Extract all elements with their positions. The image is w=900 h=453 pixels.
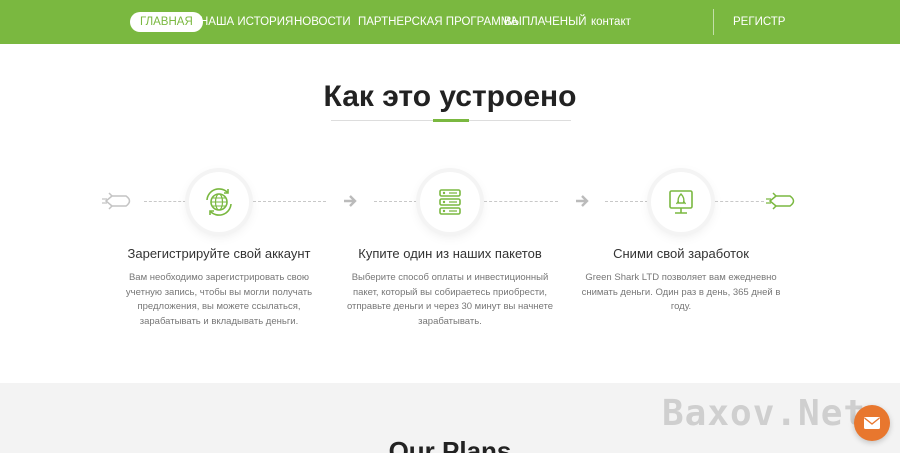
step-icon-circle	[420, 172, 480, 232]
top-navbar: ГЛАВНАЯ НАША ИСТОРИЯ НОВОСТИ ПАРТНЕРСКАЯ…	[0, 0, 900, 44]
rocket-start-icon	[102, 192, 131, 210]
dashed-connector	[253, 201, 326, 202]
register-link[interactable]: РЕГИСТР	[733, 12, 785, 32]
arrow-right-icon	[344, 195, 357, 207]
watermark: Baxov.Net	[662, 393, 867, 434]
globe-refresh-icon	[206, 188, 232, 216]
plans-title: Our Plans	[388, 436, 512, 453]
step-title-register: Зарегистрируйте свой аккаунт	[127, 246, 311, 261]
dashed-connector	[484, 201, 558, 202]
step-text-register: Вам необходимо зарегистрировать свою уче…	[125, 272, 313, 327]
chat-button[interactable]	[854, 405, 890, 441]
step-icon-circle	[189, 172, 249, 232]
server-icon	[439, 189, 461, 215]
step-icon-circle	[651, 172, 711, 232]
nav-item-contact[interactable]: контакт	[591, 12, 631, 32]
dashed-connector	[144, 201, 186, 202]
dashed-connector	[715, 201, 764, 202]
nav-item-paid[interactable]: ВЫПЛАЧЕНЫЙ	[504, 12, 587, 32]
nav-divider	[713, 9, 714, 35]
nav-item-partner-program[interactable]: ПАРТНЕРСКАЯ ПРОГРАММА	[358, 12, 518, 32]
envelope-icon	[864, 417, 880, 429]
arrow-right-icon	[576, 195, 589, 207]
rocket-end-icon	[766, 192, 795, 210]
nav-item-our-history[interactable]: НАША ИСТОРИЯ	[200, 12, 293, 32]
nav-item-news[interactable]: НОВОСТИ	[294, 12, 351, 32]
rocket-launch-icon	[669, 190, 693, 214]
nav-item-home[interactable]: ГЛАВНАЯ	[130, 12, 203, 32]
title-accent-bar	[433, 119, 469, 122]
step-text-buy-package: Выберите способ оплаты и инвестиционный …	[346, 272, 554, 327]
dashed-connector	[374, 201, 417, 202]
section-title: Как это устроено	[323, 80, 577, 113]
step-title-buy-package: Купите один из наших пакетов	[358, 246, 542, 261]
dashed-connector	[605, 201, 648, 202]
step-text-withdraw: Green Shark LTD позволяет вам ежедневно …	[581, 272, 781, 312]
step-title-withdraw: Сними свой заработок	[613, 246, 749, 261]
